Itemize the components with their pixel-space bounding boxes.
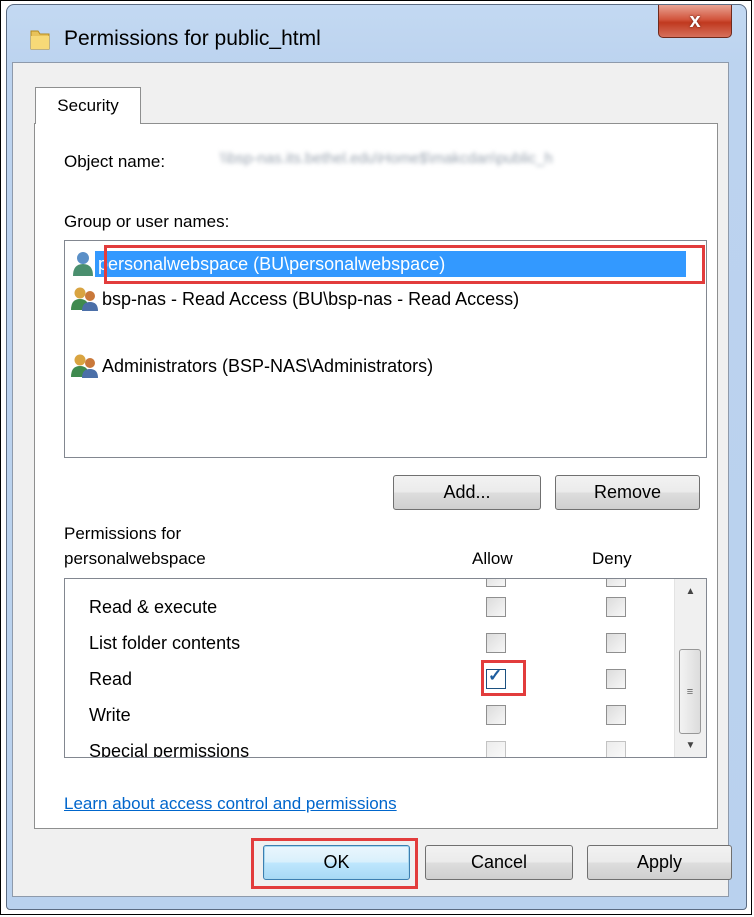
permission-row-special: Special permissions: [65, 733, 675, 758]
checkmark-icon: ✓: [488, 666, 503, 685]
list-item-label: bsp-nas - Read Access (BU\bsp-nas - Read…: [102, 288, 520, 309]
group-user-listbox[interactable]: personalwebspace (BU\personalwebspace) b…: [64, 240, 707, 458]
permission-name: Write: [89, 705, 131, 725]
permission-name: Read & execute: [89, 597, 218, 617]
object-name-label: Object name:: [64, 152, 166, 171]
permission-row-write: Write: [65, 697, 675, 733]
ok-button[interactable]: OK: [263, 845, 410, 880]
group-icon: [71, 354, 98, 378]
deny-checkbox-read[interactable]: [606, 669, 626, 689]
remove-button[interactable]: Remove: [555, 475, 700, 510]
close-button[interactable]: x: [658, 5, 732, 38]
allow-checkbox-write[interactable]: [486, 705, 506, 725]
list-item-label: Administrators (BSP-NAS\Administrators): [102, 355, 434, 376]
list-item-bsp-nas-read-access[interactable]: bsp-nas - Read Access (BU\bsp-nas - Read…: [71, 284, 522, 314]
deny-checkbox-read-execute[interactable]: [606, 597, 626, 617]
cancel-button[interactable]: Cancel: [425, 845, 573, 880]
object-name-value: \\bsp-nas.its.bethel.edu\Home$\makcdan\p…: [220, 150, 553, 167]
deny-column-header: Deny: [592, 549, 632, 568]
list-item-label: personalwebspace (BU\personalwebspace): [95, 251, 686, 277]
permission-name: Special permissions: [89, 741, 250, 758]
permission-row-list-folder: List folder contents: [65, 625, 675, 661]
allow-checkbox-partial[interactable]: [486, 579, 506, 587]
permissions-principal-label: personalwebspace: [64, 549, 206, 568]
folder-icon: [30, 30, 50, 50]
permission-name: Read: [89, 669, 133, 689]
deny-checkbox-write[interactable]: [606, 705, 626, 725]
list-item-personalwebspace[interactable]: personalwebspace (BU\personalwebspace): [71, 249, 686, 279]
scrollbar-thumb[interactable]: ≡: [679, 649, 701, 734]
add-button[interactable]: Add...: [393, 475, 541, 510]
deny-checkbox-list-folder[interactable]: [606, 633, 626, 653]
learn-access-control-link[interactable]: Learn about access control and permissio…: [64, 794, 397, 814]
allow-checkbox-special: [486, 741, 506, 757]
deny-checkbox-special: [606, 741, 626, 757]
allow-checkbox-read[interactable]: ✓: [486, 666, 506, 689]
window-title: Permissions for public_html: [64, 27, 321, 50]
permission-row-read-execute: Read & execute: [65, 589, 675, 625]
list-item-administrators[interactable]: Administrators (BSP-NAS\Administrators): [71, 351, 436, 381]
allow-column-header: Allow: [472, 549, 513, 568]
scroll-down-arrow-icon[interactable]: ▼: [675, 733, 706, 757]
permissions-scrollbar[interactable]: ▲ ≡ ▼: [674, 579, 706, 757]
tab-security[interactable]: Security: [35, 87, 141, 124]
apply-button[interactable]: Apply: [587, 845, 732, 880]
allow-checkbox-read-execute[interactable]: [486, 597, 506, 617]
tab-label: Security: [57, 96, 119, 115]
user-icon: [73, 252, 93, 276]
close-icon: x: [689, 9, 701, 32]
deny-checkbox-partial[interactable]: [606, 579, 626, 587]
group-icon: [71, 287, 98, 311]
group-user-names-label: Group or user names:: [64, 212, 230, 231]
permission-name: List folder contents: [89, 633, 241, 653]
permission-row-read: Read ✓: [65, 661, 675, 697]
permissions-for-label: Permissions for: [64, 524, 182, 543]
allow-checkbox-list-folder[interactable]: [486, 633, 506, 653]
scroll-up-arrow-icon[interactable]: ▲: [675, 579, 706, 603]
permissions-list[interactable]: Read & execute List folder contents Read…: [64, 578, 707, 758]
